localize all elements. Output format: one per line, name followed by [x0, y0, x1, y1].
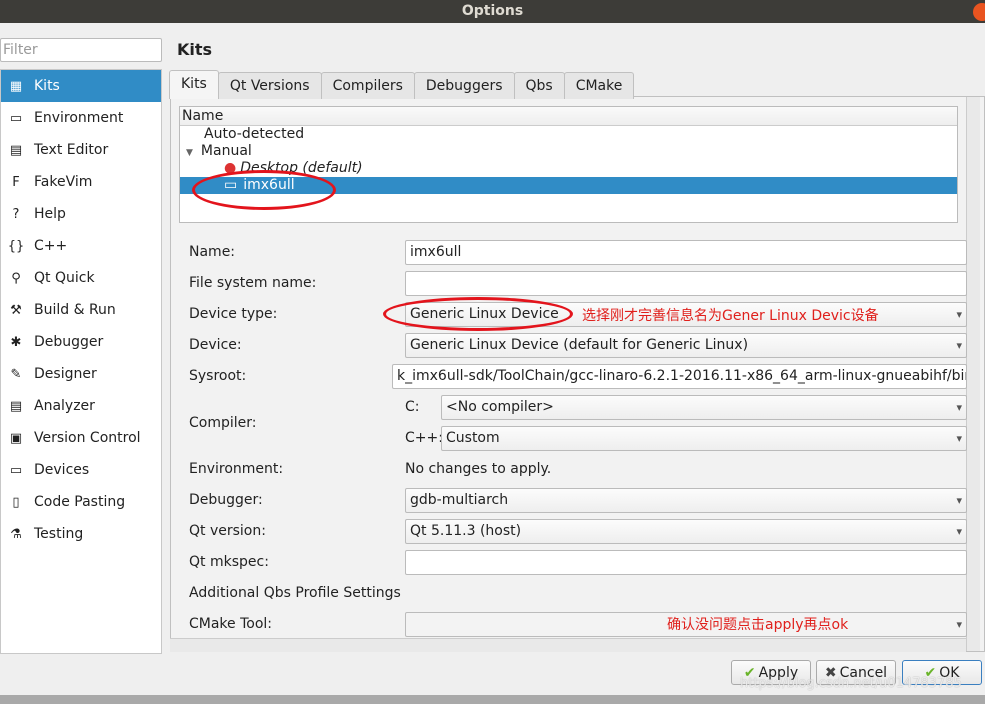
- qbs-settings-label: Additional Qbs Profile Settings: [189, 585, 401, 601]
- title-bar: Options: [0, 0, 985, 23]
- filter-input[interactable]: Filter: [0, 38, 162, 62]
- sidebar-item-designer[interactable]: ✎ Designer: [1, 358, 161, 390]
- bug-icon: ✱: [10, 334, 22, 350]
- tab-qt-versions[interactable]: Qt Versions: [217, 72, 322, 99]
- device-label: Device:: [189, 337, 242, 353]
- sidebar-item-label: Designer: [34, 366, 97, 382]
- device-select[interactable]: Generic Linux Device (default for Generi…: [405, 333, 967, 358]
- cpp-compiler-label: C++:: [405, 430, 443, 446]
- expand-arrow-icon[interactable]: ▼: [186, 148, 193, 158]
- qt-quick-icon: ⚲: [11, 270, 21, 286]
- kits-icon: ▦: [9, 78, 23, 94]
- annotation-ellipse-device-type: [383, 297, 573, 331]
- sidebar-item-text-editor[interactable]: ▤ Text Editor: [1, 134, 161, 166]
- environment-label: Environment:: [189, 461, 284, 477]
- sidebar-item-label: Code Pasting: [34, 494, 126, 510]
- compiler-label: Compiler:: [189, 415, 257, 431]
- c-compiler-label: C:: [405, 399, 420, 415]
- sidebar-item-devices[interactable]: ▭ Devices: [1, 454, 161, 486]
- sidebar-item-label: Help: [34, 206, 66, 222]
- help-icon: ?: [12, 206, 20, 222]
- sysroot-label: Sysroot:: [189, 368, 247, 384]
- device-type-label: Device type:: [189, 306, 278, 322]
- sidebar-item-label: FakeVim: [34, 174, 93, 190]
- sidebar-item-label: Qt Quick: [34, 270, 95, 286]
- sidebar-item-qt-quick[interactable]: ⚲ Qt Quick: [1, 262, 161, 294]
- flask-icon: ⚗: [10, 526, 22, 542]
- page-title: Kits: [177, 40, 213, 59]
- sidebar-item-label: Devices: [34, 462, 90, 478]
- sidebar-item-label: Build & Run: [34, 302, 116, 318]
- tab-kits[interactable]: Kits: [169, 70, 219, 99]
- sidebar-item-label: Analyzer: [34, 398, 95, 414]
- cmake-tool-label: CMake Tool:: [189, 616, 273, 632]
- window-title: Options: [461, 3, 524, 19]
- annotation-note-device-type: 选择刚才完善信息名为Gener Linux Devic设备: [582, 308, 879, 324]
- watermark: https://blog.csdn.net/u014783785: [740, 676, 962, 691]
- sidebar-item-fakevim[interactable]: F FakeVim: [1, 166, 161, 198]
- hammer-icon: ⚒: [10, 302, 22, 318]
- sysroot-input[interactable]: k_imx6ull-sdk/ToolChain/gcc-linaro-6.2.1…: [392, 364, 967, 389]
- qt-mkspec-label: Qt mkspec:: [189, 554, 269, 570]
- sidebar-item-debugger[interactable]: ✱ Debugger: [1, 326, 161, 358]
- qt-mkspec-input[interactable]: [405, 550, 967, 575]
- tree-item-manual[interactable]: ▼ Manual: [180, 143, 957, 160]
- sidebar-item-version-control[interactable]: ▣ Version Control: [1, 422, 161, 454]
- annotation-note-apply: 确认没问题点击apply再点ok: [667, 617, 849, 633]
- sidebar-item-label: C++: [34, 238, 68, 254]
- tree-label: Manual: [200, 143, 252, 159]
- cpp-compiler-select[interactable]: Custom: [441, 426, 967, 451]
- pen-icon: ✎: [10, 366, 22, 382]
- sidebar-item-code-pasting[interactable]: ▯ Code Pasting: [1, 486, 161, 518]
- name-input[interactable]: imx6ull: [405, 240, 967, 265]
- sidebar-item-kits[interactable]: ▦ Kits: [1, 70, 161, 102]
- c-compiler-select[interactable]: <No compiler>: [441, 395, 967, 420]
- braces-icon: {}: [7, 238, 25, 254]
- horizontal-scrollbar[interactable]: [170, 638, 966, 652]
- tree-header-name[interactable]: Name: [180, 107, 957, 126]
- devices-icon: ▭: [9, 462, 23, 478]
- sidebar-item-testing[interactable]: ⚗ Testing: [1, 518, 161, 550]
- name-label: Name:: [189, 244, 236, 260]
- sidebar-item-analyzer[interactable]: ▤ Analyzer: [1, 390, 161, 422]
- fs-name-input[interactable]: [405, 271, 967, 296]
- debugger-label: Debugger:: [189, 492, 263, 508]
- debugger-select[interactable]: gdb-multiarch: [405, 488, 967, 513]
- environment-value: No changes to apply.: [405, 461, 552, 477]
- text-editor-icon: ▤: [9, 142, 23, 158]
- qt-version-label: Qt version:: [189, 523, 266, 539]
- sidebar-item-build-run[interactable]: ⚒ Build & Run: [1, 294, 161, 326]
- sidebar-item-label: Text Editor: [34, 142, 109, 158]
- annotation-ellipse-kit: [192, 170, 336, 210]
- fs-name-label: File system name:: [189, 275, 317, 291]
- sidebar-item-label: Environment: [34, 110, 124, 126]
- sidebar-item-label: Debugger: [34, 334, 104, 350]
- close-button[interactable]: [973, 3, 985, 21]
- tab-debuggers[interactable]: Debuggers: [413, 72, 515, 99]
- sidebar-item-label: Version Control: [34, 430, 141, 446]
- vertical-scrollbar[interactable]: [966, 97, 980, 651]
- sidebar-item-c-[interactable]: {} C++: [1, 230, 161, 262]
- bottom-bar: [0, 695, 985, 704]
- sidebar-item-label: Kits: [34, 78, 60, 94]
- analyzer-icon: ▤: [9, 398, 23, 414]
- fakevim-icon: F: [12, 174, 20, 190]
- tree-item-auto-detected[interactable]: Auto-detected: [180, 126, 957, 143]
- tab-compilers[interactable]: Compilers: [320, 72, 415, 99]
- sidebar-item-help[interactable]: ? Help: [1, 198, 161, 230]
- version-control-icon: ▣: [9, 430, 23, 446]
- clipboard-icon: ▯: [12, 494, 20, 510]
- tab-qbs[interactable]: Qbs: [513, 72, 565, 99]
- monitor-icon: ▭: [9, 110, 23, 126]
- tab-bar: Kits Qt Versions Compilers Debuggers Qbs CMak…: [169, 70, 635, 99]
- tab-cmake[interactable]: CMake: [563, 72, 635, 99]
- qt-version-select[interactable]: Qt 5.11.3 (host): [405, 519, 967, 544]
- sidebar-item-environment[interactable]: ▭ Environment: [1, 102, 161, 134]
- sidebar: ▦ Kits ▭ Environment ▤ Text Editor F FakeVim? He…: [0, 69, 162, 654]
- sidebar-item-label: Testing: [34, 526, 84, 542]
